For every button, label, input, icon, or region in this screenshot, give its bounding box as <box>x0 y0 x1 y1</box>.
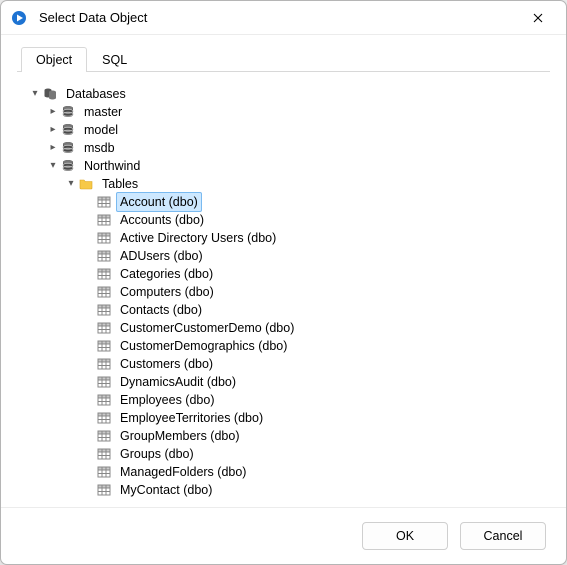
ok-button[interactable]: OK <box>362 522 448 550</box>
tree-table-item[interactable]: DynamicsAudit (dbo) <box>16 373 547 391</box>
close-button[interactable] <box>518 4 558 32</box>
database-icon <box>60 140 76 156</box>
database-icon <box>60 158 76 174</box>
table-icon <box>96 446 112 462</box>
tab-bar: Object SQL <box>1 35 566 72</box>
tree-database-item[interactable]: ▾ Northwind <box>16 157 547 175</box>
chevron-right-icon[interactable]: ▸ <box>46 121 60 139</box>
tree-item-label: Categories (dbo) <box>116 264 217 284</box>
table-icon <box>96 392 112 408</box>
chevron-right-icon[interactable]: ▸ <box>46 103 60 121</box>
tree-table-item[interactable]: Categories (dbo) <box>16 265 547 283</box>
tree-root-databases[interactable]: ▾ Databases <box>16 85 547 103</box>
table-icon <box>96 356 112 372</box>
tree-table-item[interactable]: ADUsers (dbo) <box>16 247 547 265</box>
tree-item-label: Accounts (dbo) <box>116 210 208 230</box>
dialog-window: Select Data Object Object SQL ▾ Database… <box>0 0 567 565</box>
tree-item-label: master <box>80 102 126 122</box>
chevron-down-icon[interactable]: ▾ <box>46 157 60 175</box>
tree-table-item[interactable]: GroupMembers (dbo) <box>16 427 547 445</box>
tree-table-item[interactable]: Employees (dbo) <box>16 391 547 409</box>
table-icon <box>96 230 112 246</box>
tree-item-label: Groups (dbo) <box>116 444 198 464</box>
tree-item-label: Northwind <box>80 156 144 176</box>
table-icon <box>96 302 112 318</box>
tree-database-item[interactable]: ▸ msdb <box>16 139 547 157</box>
chevron-down-icon[interactable]: ▾ <box>64 175 78 193</box>
tree-table-item[interactable]: Contacts (dbo) <box>16 301 547 319</box>
tree-table-item[interactable]: Account (dbo) <box>16 193 547 211</box>
tree-item-label: Contacts (dbo) <box>116 300 206 320</box>
table-icon <box>96 266 112 282</box>
table-icon <box>96 194 112 210</box>
database-icon <box>60 122 76 138</box>
content-area: ▾ Databases ▸ master ▸ model ▸ msdb <box>1 72 566 507</box>
tree-item-label: MyContact (dbo) <box>116 480 216 498</box>
table-icon <box>96 284 112 300</box>
tree-table-item[interactable]: Active Directory Users (dbo) <box>16 229 547 247</box>
database-icon <box>60 104 76 120</box>
chevron-down-icon[interactable]: ▾ <box>28 85 42 103</box>
tree-item-label: DynamicsAudit (dbo) <box>116 372 240 392</box>
tree-table-item[interactable]: ManagedFolders (dbo) <box>16 463 547 481</box>
tree-item-label: Computers (dbo) <box>116 282 218 302</box>
tree-table-item[interactable]: Customers (dbo) <box>16 355 547 373</box>
tree-item-label: GroupMembers (dbo) <box>116 426 244 446</box>
tree-item-label: msdb <box>80 138 119 158</box>
table-icon <box>96 338 112 354</box>
tree-table-item[interactable]: CustomerCustomerDemo (dbo) <box>16 319 547 337</box>
tab-object[interactable]: Object <box>21 47 87 72</box>
tree-item-label: EmployeeTerritories (dbo) <box>116 408 267 428</box>
tree-item-label: ADUsers (dbo) <box>116 246 207 266</box>
cancel-button[interactable]: Cancel <box>460 522 546 550</box>
tree-item-label: Databases <box>62 84 130 104</box>
chevron-right-icon[interactable]: ▸ <box>46 139 60 157</box>
table-icon <box>96 212 112 228</box>
tree-table-item[interactable]: Accounts (dbo) <box>16 211 547 229</box>
table-icon <box>96 374 112 390</box>
tree-table-item[interactable]: CustomerDemographics (dbo) <box>16 337 547 355</box>
tree-item-label: Active Directory Users (dbo) <box>116 228 280 248</box>
tree-table-item[interactable]: EmployeeTerritories (dbo) <box>16 409 547 427</box>
tree-container: ▾ Databases ▸ master ▸ model ▸ msdb <box>15 80 548 499</box>
tree-item-label: Employees (dbo) <box>116 390 219 410</box>
tree-folder-item[interactable]: ▾ Tables <box>16 175 547 193</box>
tree-database-item[interactable]: ▸ master <box>16 103 547 121</box>
tab-sql[interactable]: SQL <box>87 47 142 72</box>
close-icon <box>533 13 543 23</box>
table-icon <box>96 320 112 336</box>
tree-table-item[interactable]: MyContact (dbo) <box>16 481 547 498</box>
tree-item-label: ManagedFolders (dbo) <box>116 462 250 482</box>
tree-item-label: model <box>80 120 122 140</box>
app-icon <box>11 10 27 26</box>
tree-item-label: CustomerDemographics (dbo) <box>116 336 291 356</box>
table-icon <box>96 410 112 426</box>
tree-item-label: Account (dbo) <box>116 192 202 212</box>
databases-icon <box>42 86 58 102</box>
folder-icon <box>78 176 94 192</box>
dialog-footer: OK Cancel <box>1 507 566 564</box>
tree-table-item[interactable]: Groups (dbo) <box>16 445 547 463</box>
tree-item-label: Tables <box>98 174 142 194</box>
table-icon <box>96 248 112 264</box>
table-icon <box>96 464 112 480</box>
titlebar: Select Data Object <box>1 1 566 35</box>
tree-database-item[interactable]: ▸ model <box>16 121 547 139</box>
table-icon <box>96 428 112 444</box>
tree-view[interactable]: ▾ Databases ▸ master ▸ model ▸ msdb <box>16 81 547 498</box>
tree-item-label: Customers (dbo) <box>116 354 217 374</box>
tree-table-item[interactable]: Computers (dbo) <box>16 283 547 301</box>
dialog-title: Select Data Object <box>39 10 518 25</box>
tree-item-label: CustomerCustomerDemo (dbo) <box>116 318 298 338</box>
table-icon <box>96 482 112 498</box>
